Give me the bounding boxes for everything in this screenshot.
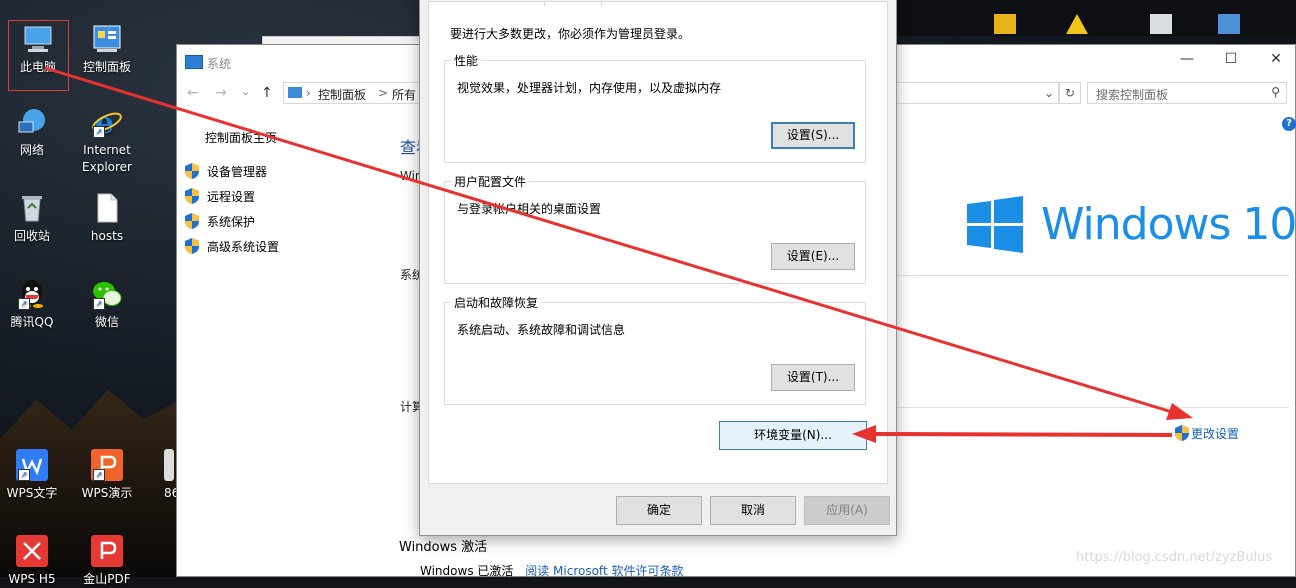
watermark: https://blog.csdn.net/zyzBulus: [1076, 550, 1273, 565]
arrowhead-icon: [1166, 403, 1193, 420]
annotation-arrows: [44, 66, 1193, 443]
arrowhead-icon: [852, 425, 876, 443]
arrow-change-settings-to-env: [871, 432, 1173, 437]
arrow-this-pc-to-change-settings: [44, 66, 1173, 414]
